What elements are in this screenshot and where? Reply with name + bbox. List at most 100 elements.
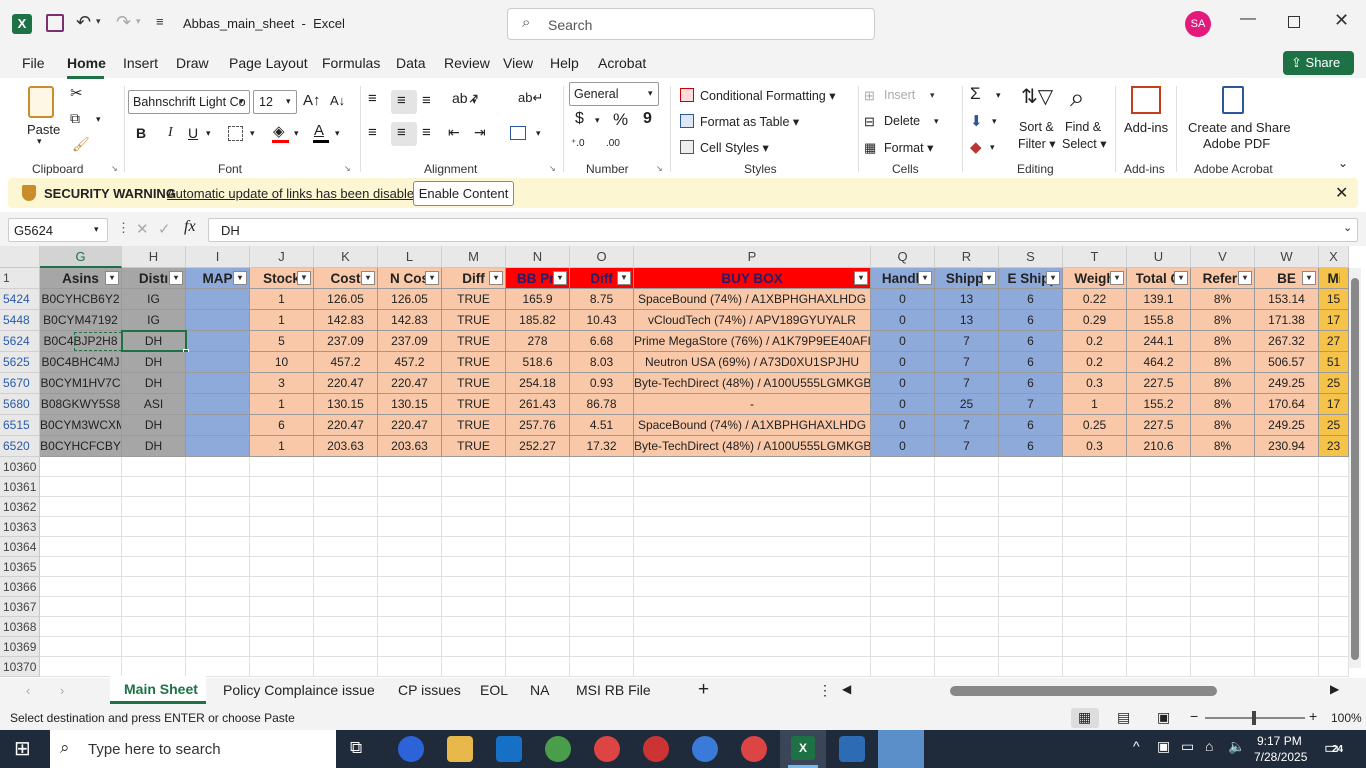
cell-styles-button[interactable]: Cell Styles ▾: [700, 140, 769, 155]
row-header[interactable]: 5424: [0, 289, 40, 310]
empty-cell[interactable]: [1127, 657, 1191, 677]
column-header-M[interactable]: M: [442, 246, 506, 268]
empty-cell[interactable]: [1063, 577, 1127, 597]
empty-cell[interactable]: [1319, 477, 1349, 497]
task-view-icon[interactable]: ⧉: [350, 738, 362, 758]
table-header-cell[interactable]: Shippi ▾: [935, 268, 999, 289]
table-cell[interactable]: 203.63: [314, 436, 378, 457]
align-bottom-icon[interactable]: ≡: [422, 92, 431, 109]
table-cell[interactable]: 6.68: [570, 331, 634, 352]
empty-cell[interactable]: [442, 517, 506, 537]
column-header-I[interactable]: I: [186, 246, 250, 268]
column-header-V[interactable]: V: [1191, 246, 1255, 268]
empty-cell[interactable]: [250, 517, 314, 537]
row-header[interactable]: 10369: [0, 637, 40, 657]
empty-cell[interactable]: [378, 517, 442, 537]
table-cell[interactable]: 210.6: [1127, 436, 1191, 457]
empty-cell[interactable]: [999, 497, 1063, 517]
empty-cell[interactable]: [40, 497, 122, 517]
increase-indent-icon[interactable]: ⇥: [474, 124, 486, 141]
row-header[interactable]: 10362: [0, 497, 40, 517]
zoom-app-icon[interactable]: [398, 736, 424, 762]
table-cell[interactable]: 165.9: [506, 289, 570, 310]
fill-color-icon[interactable]: ◈: [273, 122, 285, 140]
fill-dropdown-icon[interactable]: ▾: [294, 128, 299, 139]
italic-button[interactable]: I: [168, 125, 173, 141]
empty-cell[interactable]: [186, 517, 250, 537]
empty-cell[interactable]: [1063, 597, 1127, 617]
table-cell[interactable]: 8%: [1191, 394, 1255, 415]
filter-dropdown-icon[interactable]: ▾: [553, 271, 567, 285]
column-header-S[interactable]: S: [999, 246, 1063, 268]
filter-dropdown-icon[interactable]: ▾: [105, 271, 119, 285]
calculator-icon[interactable]: [839, 736, 865, 762]
empty-cell[interactable]: [506, 637, 570, 657]
column-header-X[interactable]: X: [1319, 246, 1349, 268]
scroll-left-icon[interactable]: ◀: [842, 682, 851, 696]
empty-cell[interactable]: [250, 577, 314, 597]
row-header[interactable]: 5680: [0, 394, 40, 415]
excel-taskbar-active[interactable]: X: [780, 730, 826, 768]
prev-sheet-icon[interactable]: ‹: [26, 683, 30, 698]
row-header[interactable]: 5448: [0, 310, 40, 331]
table-cell[interactable]: 1: [250, 436, 314, 457]
clock-time[interactable]: 9:17 PM: [1257, 734, 1302, 748]
empty-cell[interactable]: [570, 517, 634, 537]
table-cell[interactable]: 0: [871, 394, 935, 415]
clear-dropdown-icon[interactable]: ▾: [990, 142, 995, 153]
table-cell[interactable]: 1: [250, 289, 314, 310]
table-cell[interactable]: TRUE: [442, 373, 506, 394]
underline-dropdown-icon[interactable]: ▾: [206, 128, 211, 139]
table-cell[interactable]: 6: [999, 289, 1063, 310]
empty-cell[interactable]: [186, 557, 250, 577]
table-cell[interactable]: 25: [1319, 373, 1349, 394]
empty-cell[interactable]: [1319, 657, 1349, 677]
table-cell[interactable]: DH: [122, 415, 186, 436]
table-cell[interactable]: 0.3: [1063, 373, 1127, 394]
page-break-view-icon[interactable]: ▣: [1157, 709, 1170, 726]
delete-dropdown-icon[interactable]: ▾: [934, 116, 939, 127]
empty-cell[interactable]: [935, 477, 999, 497]
empty-cell[interactable]: [634, 537, 871, 557]
table-cell[interactable]: 126.05: [378, 289, 442, 310]
sort-filter-label[interactable]: Sort &: [1019, 120, 1054, 134]
empty-cell[interactable]: [1319, 577, 1349, 597]
zoom-in-icon[interactable]: +: [1309, 708, 1317, 724]
paste-dropdown-icon[interactable]: ▾: [37, 136, 42, 147]
table-cell[interactable]: 518.6: [506, 352, 570, 373]
vertical-scrollbar[interactable]: [1349, 268, 1361, 668]
empty-cell[interactable]: [935, 597, 999, 617]
clipboard-launcher-icon[interactable]: ↘: [111, 164, 118, 173]
row-header[interactable]: 10365: [0, 557, 40, 577]
redo-icon[interactable]: ↷: [116, 12, 131, 33]
row-header[interactable]: 10370: [0, 657, 40, 677]
clear-icon[interactable]: ◆: [970, 138, 982, 156]
table-cell[interactable]: 130.15: [378, 394, 442, 415]
table-cell[interactable]: 220.47: [314, 373, 378, 394]
table-cell[interactable]: 13: [935, 289, 999, 310]
table-cell[interactable]: 142.83: [314, 310, 378, 331]
empty-cell[interactable]: [1191, 497, 1255, 517]
empty-cell[interactable]: [1255, 497, 1319, 517]
empty-cell[interactable]: [40, 657, 122, 677]
autosum-dropdown-icon[interactable]: ▾: [996, 90, 1001, 101]
empty-cell[interactable]: [935, 557, 999, 577]
empty-cell[interactable]: [314, 457, 378, 477]
tab-view[interactable]: View: [503, 55, 533, 71]
empty-cell[interactable]: [122, 497, 186, 517]
table-cell[interactable]: 0.2: [1063, 331, 1127, 352]
empty-cell[interactable]: [1191, 657, 1255, 677]
table-cell[interactable]: 278: [506, 331, 570, 352]
empty-cell[interactable]: [186, 457, 250, 477]
table-header-cell[interactable]: Total Co▾: [1127, 268, 1191, 289]
empty-cell[interactable]: [506, 557, 570, 577]
table-header-cell[interactable]: BE ▾: [1255, 268, 1319, 289]
table-cell[interactable]: 13: [935, 310, 999, 331]
currency-button[interactable]: $: [575, 110, 584, 128]
table-cell[interactable]: 220.47: [378, 373, 442, 394]
empty-cell[interactable]: [40, 557, 122, 577]
table-cell[interactable]: 227.5: [1127, 415, 1191, 436]
orientation-dropdown-icon[interactable]: ▾: [472, 96, 477, 107]
table-cell[interactable]: 0.93: [570, 373, 634, 394]
empty-cell[interactable]: [1127, 537, 1191, 557]
